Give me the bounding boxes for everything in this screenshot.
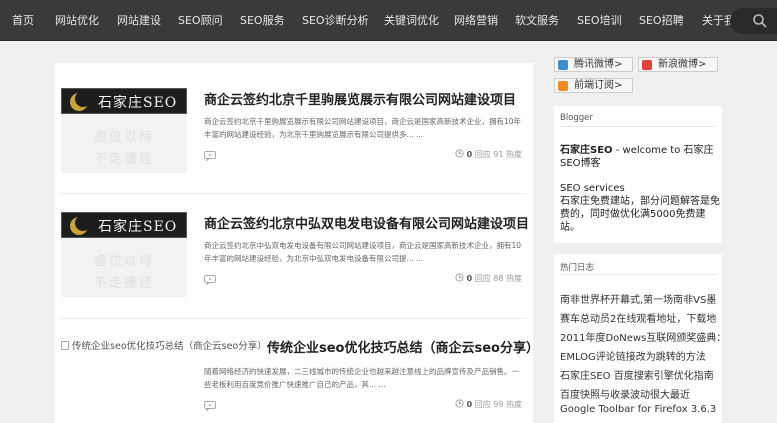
rss-subscribe-link[interactable]: 前端订阅> [554,78,633,93]
services-text: 石家庄免费建站，部分问题解答是免费的，同时做优化满5000免费建站。 [560,196,720,233]
services-heading: SEO services [560,183,625,194]
moon-logo-icon [70,91,91,111]
widget-title: 热门日志 [560,263,595,273]
sina-weibo-label: 新浪微博> [658,59,707,70]
moon-logo-icon [70,215,91,235]
broken-image-alt[interactable]: 传统企业seo优化技巧总结（商企云seo分享） [61,338,267,352]
nav-item-seo-service[interactable]: SEO服务 [240,0,285,41]
post-item: 石家庄SEO 虚位以待 不走捷径 商企云签约北京中弘双电发电设备有限公司网站建设… [55,187,533,312]
clock-icon [455,149,464,158]
tencent-weibo-link[interactable]: 腾讯微博> [554,57,633,72]
sina-weibo-link[interactable]: 新浪微博> [638,57,718,72]
post-item: 石家庄SEO 虚位以待 不走捷径 商企云签约北京千里驹展览展示有限公司网站建设项… [55,63,533,188]
blogger-intro: 石家庄SEO - welcome to 石家庄SEO博客 [560,144,720,170]
nav-item-site-optimization[interactable]: 网站优化 [55,0,99,41]
nav-item-seo-diagnosis[interactable]: SEO诊断分析 [302,0,369,41]
thumbnail-logo-text: 石家庄SEO [98,219,178,235]
nav-item-seo-training[interactable]: SEO培训 [577,0,622,41]
widget-divider [560,274,716,275]
post-excerpt: 商企云签约北京中弘双电发电设备有限公司网站建设项目，商企云是国家高新技术企业，拥… [204,241,522,263]
post-item: 传统企业seo优化技巧总结（商企云seo分享） 传统企业seo优化技巧总结（商企… [55,313,539,423]
nav-item-softarticle-service[interactable]: 软文服务 [515,0,559,41]
post-title-link[interactable]: 传统企业seo优化技巧总结（商企云seo分享） [267,337,539,356]
top-navigation: 首页 网站优化 网站建设 SEO顾问 SEO服务 SEO诊断分析 关键词优化 网… [0,0,777,41]
thumbnail-logo-text: 石家庄SEO [98,95,178,111]
tencent-weibo-label: 腾讯微博> [574,59,623,70]
post-stats: 0 回应 91 热度 [455,149,522,160]
comment-icon[interactable] [204,275,216,285]
clock-icon [455,399,464,408]
blogger-name[interactable]: 石家庄SEO [560,145,613,156]
post-title-link[interactable]: 商企云签约北京千里驹展览展示有限公司网站建设项目 [204,89,516,108]
thumbnail-watermark: 虚位以待 [93,254,154,269]
post-thumbnail[interactable]: 石家庄SEO 虚位以待 不走捷径 [61,212,187,297]
post-stats: 0 回应 99 热度 [455,399,522,410]
thumbnail-logo-banner: 石家庄SEO [61,88,187,114]
nav-item-home[interactable]: 首页 [12,0,34,41]
nav-item-seo-recruit[interactable]: SEO招聘 [639,0,684,41]
rss-icon [558,81,568,91]
post-meta: 0 回应 88 热度 [204,273,522,287]
hot-post-link[interactable]: 石家庄SEO 百度搜索引擎优化指南 [560,367,714,382]
post-stats: 0 回应 88 热度 [455,273,522,284]
comment-label: 回应 [474,400,491,409]
blogger-widget: Blogger 石家庄SEO - welcome to 石家庄SEO博客 SEO… [554,106,722,243]
thumbnail-logo-banner: 石家庄SEO [61,212,187,238]
search-button[interactable] [730,8,777,34]
nav-item-network-marketing[interactable]: 网络营销 [454,0,498,41]
comment-label: 回应 [474,150,491,159]
heat-count: 99 热度 [493,400,522,409]
rss-label: 前端订阅> [574,80,623,91]
post-meta: 0 回应 99 热度 [204,399,522,413]
comment-count[interactable]: 0 [467,150,473,159]
heat-count: 88 热度 [493,274,522,283]
thumbnail-watermark: 虚位以待 [93,130,154,145]
hot-post-link[interactable]: EMLOG评论链接改为跳转的方法 [560,348,706,363]
thumbnail-watermark: 不走捷径 [93,276,154,291]
sina-weibo-icon [642,60,652,70]
hot-post-link[interactable]: 百度快照与收录波动很大最近 [560,386,690,401]
post-list: 石家庄SEO 虚位以待 不走捷径 商企云签约北京千里驹展览展示有限公司网站建设项… [55,63,539,423]
comment-count[interactable]: 0 [467,274,473,283]
nav-item-site-building[interactable]: 网站建设 [117,0,161,41]
comment-label: 回应 [474,274,491,283]
hot-post-link[interactable]: 赛车总动员2在线观看地址，下载地 [560,310,716,325]
widget-divider [560,126,716,127]
search-icon [753,14,767,28]
tencent-weibo-icon [558,60,568,70]
image-alt-text: 传统企业seo优化技巧总结（商企云seo分享） [72,341,267,352]
post-excerpt: 随着网络经济的快速发展，二三线城市的传统企业也越来越注意线上的品牌宣传及产品销售… [204,367,519,389]
hot-post-link[interactable]: Google Toolbar for Firefox 3.6.3 [560,404,716,415]
hot-post-link[interactable]: 南非世界杯开幕式,第一场南非VS墨 [560,291,716,306]
comment-count[interactable]: 0 [467,400,473,409]
heat-count: 91 热度 [493,150,522,159]
hot-post-link[interactable]: 2011年度DoNews互联网颁奖盛典： [560,329,726,344]
broken-image-icon [61,341,69,350]
comment-icon[interactable] [204,401,216,411]
blogger-services: SEO services 石家庄免费建站，部分问题解答是免费的，同时做优化满50… [560,182,722,234]
post-excerpt: 商企云签约北京千里驹展览展示有限公司网站建设项目，商企云是国家高新技术企业，拥有… [204,117,522,139]
nav-item-keyword-optimization[interactable]: 关键词优化 [384,0,439,41]
post-meta: 0 回应 91 热度 [204,149,522,163]
clock-icon [455,273,464,282]
post-title-link[interactable]: 商企云签约北京中弘双电发电设备有限公司网站建设项目 [204,213,529,232]
widget-title: Blogger [560,113,593,123]
comment-icon[interactable] [204,151,216,161]
thumbnail-watermark: 不走捷径 [93,152,154,167]
post-thumbnail[interactable]: 石家庄SEO 虚位以待 不走捷径 [61,88,187,173]
nav-item-seo-consultant[interactable]: SEO顾问 [178,0,223,41]
hot-posts-widget: 热门日志 南非世界杯开幕式,第一场南非VS墨 赛车总动员2在线观看地址，下载地 … [554,254,726,423]
